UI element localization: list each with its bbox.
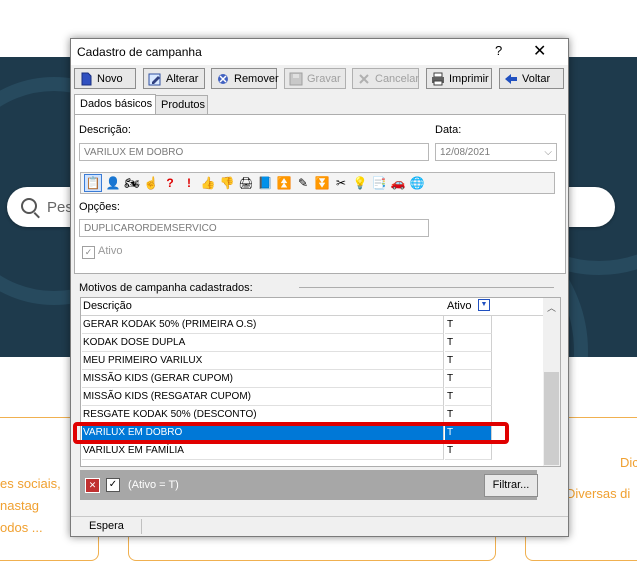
thumbs-up-icon[interactable]: 👍 [200, 175, 216, 191]
down-arrows-icon[interactable]: ⏬ [314, 175, 330, 191]
campaign-dialog: Cadastro de campanha ? ✕ Novo Alterar Re… [70, 38, 569, 537]
table-row[interactable]: VARILUX EM FAMÍLIA T [81, 442, 543, 460]
hand-pointer-icon[interactable]: ☝ [143, 175, 159, 191]
person-icon[interactable]: 👤 [105, 175, 121, 191]
back-arrow-icon [504, 72, 518, 86]
motorcycle-icon[interactable]: 🏍 [124, 175, 140, 191]
help-button[interactable]: ? [495, 43, 502, 58]
table-row[interactable]: RESGATE KODAK 50% (DESCONTO) T [81, 406, 543, 424]
motivos-grid[interactable]: Descrição Ativo ▼ GERAR KODAK 50% (PRIME… [80, 297, 561, 467]
table-row-selected[interactable]: VARILUX EM DOBRO T [81, 424, 543, 442]
dados-basicos-panel: Descrição: VARILUX EM DOBRO Data: 12/08/… [74, 114, 566, 274]
ativo-checkbox[interactable]: ✓ [82, 246, 95, 259]
toolbar: Novo Alterar Remover Gravar Cancelar Imp… [71, 65, 568, 93]
filter-enabled-checkbox[interactable]: ✓ [106, 478, 120, 492]
card-right-title: Dic [620, 455, 637, 470]
card-right-text: Diversas di [566, 486, 631, 501]
edit-small-icon[interactable]: ✎ [295, 175, 311, 191]
filter-expression: (Ativo = T) [128, 479, 179, 491]
book-icon[interactable]: 📘 [257, 175, 273, 191]
card-left-text: es sociais, nastag odos ... [0, 476, 61, 535]
edit-icon [148, 72, 162, 86]
tab-produtos[interactable]: Produtos [155, 95, 208, 114]
table-row[interactable]: MEU PRIMEIRO VARILUX T [81, 352, 543, 370]
col-descricao-header[interactable]: Descrição [83, 300, 132, 312]
descricao-label: Descrição: [79, 124, 131, 136]
status-bar: Espera [71, 516, 568, 537]
title-bar: Cadastro de campanha ? ✕ [71, 39, 568, 65]
remover-button[interactable]: Remover [211, 68, 279, 89]
up-arrows-icon[interactable]: ⏫ [276, 175, 292, 191]
section-divider [299, 287, 554, 288]
status-divider [141, 519, 142, 534]
filter-dropdown-icon[interactable]: ▼ [478, 299, 490, 311]
col-ativo-header[interactable]: Ativo [447, 300, 471, 312]
novo-button[interactable]: Novo [74, 68, 136, 89]
filter-bar: ✕ ✓ (Ativo = T) Filtrar... [80, 470, 538, 500]
remove-icon [216, 72, 230, 86]
grid-scrollbar[interactable]: ︿ [543, 298, 560, 466]
new-document-icon [79, 72, 93, 86]
cancel-icon [357, 72, 371, 86]
row-edit-cell[interactable] [492, 427, 503, 438]
search-placeholder: Pes [47, 199, 73, 216]
exclamation-icon[interactable]: ! [181, 175, 197, 191]
cancelar-button[interactable]: Cancelar [352, 68, 419, 89]
voltar-button[interactable]: Voltar [499, 68, 564, 89]
icon-picker: 📋 👤 🏍 ☝ ? ! 👍 👎 🖨 📘 ⏫ ✎ ⏬ ✂ 💡 📑 🚗 🌐 [80, 172, 555, 194]
motivos-section-label: Motivos de campanha cadastrados: [79, 282, 253, 294]
table-row[interactable]: MISSÃO KIDS (RESGATAR CUPOM) T [81, 388, 543, 406]
car-icon[interactable]: 🚗 [390, 175, 406, 191]
save-icon [289, 72, 303, 86]
lightbulb-icon[interactable]: 💡 [352, 175, 368, 191]
search-icon [21, 198, 37, 214]
notepad-icon[interactable]: 📋 [84, 174, 102, 192]
tools-icon[interactable]: ✂ [333, 175, 349, 191]
data-label: Data: [435, 124, 462, 136]
ativo-label: Ativo [98, 245, 123, 257]
close-button[interactable]: ✕ [533, 41, 546, 61]
thumbs-down-icon[interactable]: 👎 [219, 175, 235, 191]
status-text: Espera [89, 520, 124, 532]
table-row[interactable]: KODAK DOSE DUPLA T [81, 334, 543, 352]
chevron-down-icon[interactable]: ⌵ [544, 144, 552, 162]
imprimir-button[interactable]: Imprimir [426, 68, 492, 89]
alterar-button[interactable]: Alterar [143, 68, 205, 89]
grid-header: Descrição Ativo ▼ [81, 298, 543, 316]
descricao-field[interactable]: VARILUX EM DOBRO [79, 143, 429, 161]
globe-icon[interactable]: 🌐 [409, 175, 425, 191]
scroll-up-icon[interactable]: ︿ [547, 301, 556, 314]
clear-filter-icon[interactable]: ✕ [85, 478, 100, 493]
table-row[interactable]: GERAR KODAK 50% (PRIMEIRA O.S) T [81, 316, 543, 334]
opcoes-field[interactable]: DUPLICARORDEMSERVICO [79, 219, 429, 237]
tab-dados-basicos[interactable]: Dados básicos [74, 94, 156, 115]
question-icon[interactable]: ? [162, 175, 178, 191]
filtrar-button[interactable]: Filtrar... [484, 474, 538, 497]
gravar-button[interactable]: Gravar [284, 68, 346, 89]
printer-small-icon[interactable]: 🖨 [238, 175, 254, 191]
scroll-thumb[interactable] [544, 372, 559, 465]
dialog-title: Cadastro de campanha [77, 45, 202, 59]
data-field[interactable]: 12/08/2021 ⌵ [435, 143, 557, 161]
opcoes-label: Opções: [79, 201, 120, 213]
printer-icon [431, 72, 445, 86]
table-row[interactable]: MISSÃO KIDS (GERAR CUPOM) T [81, 370, 543, 388]
notes-icon[interactable]: 📑 [371, 175, 387, 191]
